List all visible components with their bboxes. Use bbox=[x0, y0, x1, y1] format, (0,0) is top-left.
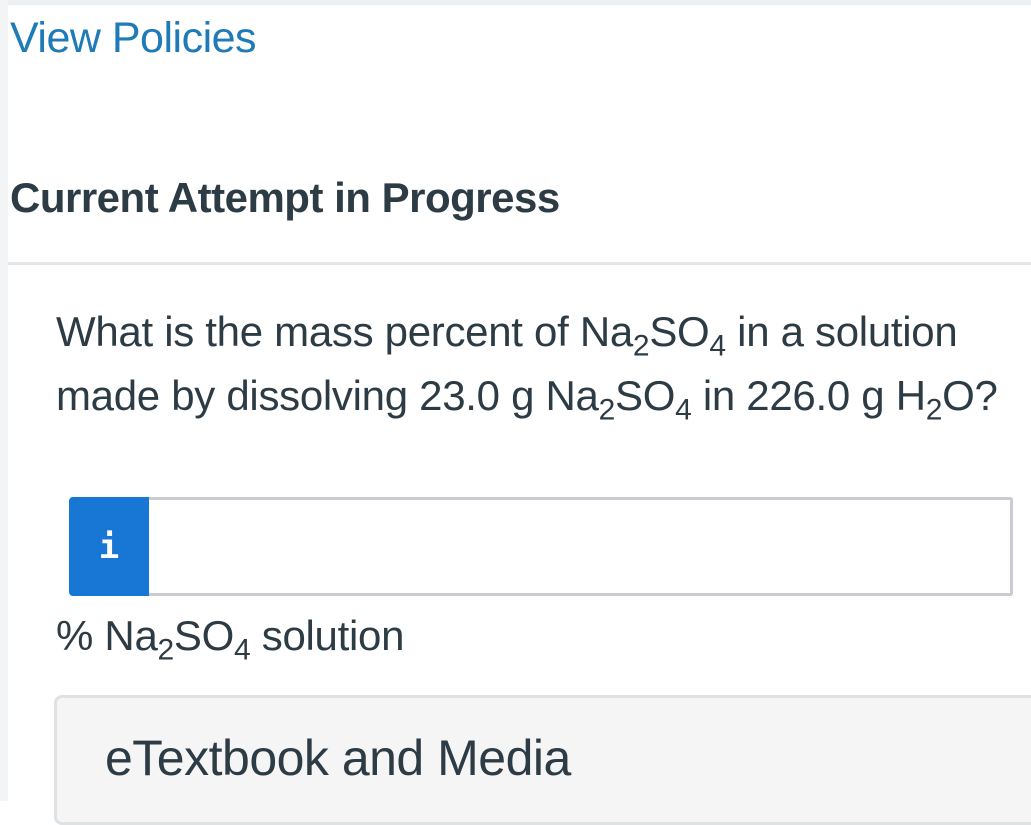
subscript: 2 bbox=[598, 393, 616, 427]
top-strip bbox=[0, 0, 1031, 5]
info-icon: i bbox=[98, 526, 120, 567]
question-text-part: SO bbox=[614, 372, 676, 419]
subscript: 4 bbox=[675, 393, 692, 427]
question-text-part: SO bbox=[649, 308, 710, 355]
info-button[interactable]: i bbox=[69, 497, 149, 596]
subscript: 4 bbox=[709, 329, 726, 363]
units-text-part: solution bbox=[250, 612, 405, 659]
section-divider bbox=[8, 262, 1031, 265]
answer-input[interactable] bbox=[149, 497, 1013, 596]
subscript: 2 bbox=[157, 633, 175, 667]
subscript: 2 bbox=[632, 329, 650, 363]
etextbook-media-title[interactable]: eTextbook and Media bbox=[105, 728, 571, 788]
subscript: 4 bbox=[234, 633, 251, 667]
question-text-part: in 226.0 g H bbox=[691, 372, 926, 419]
units-text-part: % Na bbox=[56, 612, 158, 659]
subscript: 2 bbox=[925, 393, 943, 427]
view-policies-link[interactable]: View Policies bbox=[10, 12, 257, 64]
etextbook-media-panel[interactable]: eTextbook and Media bbox=[54, 695, 1031, 825]
question-text-part: O? bbox=[942, 372, 998, 419]
question-text: What is the mass percent of Na2SO4 in a … bbox=[56, 300, 1016, 428]
answer-units-label: % Na2SO4 solution bbox=[56, 606, 404, 666]
left-gutter bbox=[0, 0, 8, 801]
units-text-part: SO bbox=[173, 612, 234, 659]
question-text-part: What is the mass percent of Na bbox=[56, 308, 633, 355]
answer-field-group: i bbox=[69, 497, 1013, 596]
attempt-heading: Current Attempt in Progress bbox=[10, 174, 560, 221]
